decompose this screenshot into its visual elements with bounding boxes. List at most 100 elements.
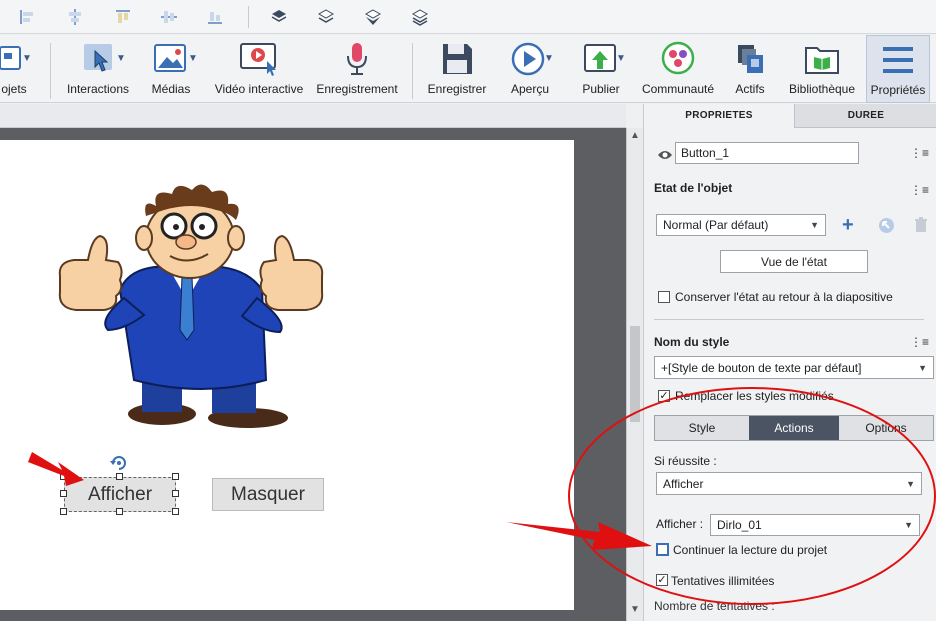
- chevron-down-icon: ▼: [544, 53, 554, 64]
- microphone-icon: [347, 43, 367, 75]
- tab-properties[interactable]: PROPRIETES: [644, 104, 794, 128]
- resize-handle[interactable]: [60, 508, 67, 515]
- resize-handle[interactable]: [60, 490, 67, 497]
- panel-tabs: PROPRIETES DUREE: [644, 104, 936, 128]
- panel-menu-icon[interactable]: ⋮≡: [910, 183, 929, 197]
- media-icon: [154, 44, 186, 72]
- community-icon: [661, 41, 695, 75]
- subtab-actions[interactable]: Actions: [749, 416, 839, 440]
- character-image[interactable]: [52, 180, 328, 432]
- toolbar-assets[interactable]: Actifs: [722, 35, 778, 103]
- tab-duration[interactable]: DUREE: [794, 104, 936, 128]
- resize-handle[interactable]: [172, 473, 179, 480]
- unlimited-attempts-checkbox[interactable]: ✓: [656, 574, 668, 586]
- toolbar-label: Bibliothèque: [788, 82, 856, 96]
- show-label: Afficher :: [656, 517, 704, 531]
- style-name-heading: Nom du style: [654, 335, 730, 349]
- on-success-select[interactable]: Afficher ▼: [656, 472, 922, 495]
- bring-to-front-icon[interactable]: [270, 8, 288, 26]
- stage-vertical-scrollbar[interactable]: ▲ ▼: [626, 128, 643, 621]
- chevron-down-icon: ▼: [22, 53, 32, 64]
- object-state-heading: Etat de l'objet: [654, 181, 733, 195]
- resize-handle[interactable]: [116, 473, 123, 480]
- chevron-up-icon[interactable]: ▲: [630, 130, 640, 141]
- send-to-back-icon[interactable]: [411, 8, 429, 26]
- add-state-icon[interactable]: +: [842, 214, 854, 236]
- toolbar-preview[interactable]: ▼ Aperçu: [498, 35, 562, 103]
- properties-panel: PROPRIETES DUREE Button_1 ⋮≡ Etat de l'o…: [643, 104, 936, 621]
- send-backward-icon[interactable]: [364, 8, 382, 26]
- toolbar-save[interactable]: Enregistrer: [422, 35, 492, 103]
- resize-handle[interactable]: [172, 508, 179, 515]
- trash-icon[interactable]: [914, 217, 928, 233]
- toolbar-label: Actifs: [735, 82, 765, 96]
- subtab-style[interactable]: Style: [655, 416, 749, 440]
- toolbar-library[interactable]: Bibliothèque: [784, 35, 860, 103]
- divider: [50, 43, 51, 99]
- main-toolbar: ▼ ojets ▼ Interactions ▼ Médias Vidéo in…: [0, 35, 936, 103]
- chevron-down-icon: ▼: [188, 53, 198, 64]
- align-center-icon[interactable]: [66, 8, 84, 26]
- align-bottom-icon[interactable]: [206, 8, 224, 26]
- rotate-handle-icon[interactable]: [110, 455, 128, 471]
- show-target-value: Dirlo_01: [717, 518, 762, 532]
- toolbar-label: Vidéo interactive: [214, 82, 304, 96]
- library-icon: [805, 47, 839, 74]
- toolbar-label: Enregistrement: [316, 82, 398, 96]
- toolbar-recording[interactable]: Enregistrement: [312, 35, 402, 103]
- align-middle-icon[interactable]: [160, 8, 178, 26]
- toolbar-label: Médias: [151, 82, 191, 96]
- toolbar-properties[interactable]: Propriétés: [866, 35, 930, 103]
- resize-handle[interactable]: [172, 490, 179, 497]
- continue-playback-checkbox[interactable]: [656, 543, 669, 556]
- toolbar-media[interactable]: ▼ Médias: [140, 35, 202, 103]
- style-actions-options-tabs: Style Actions Options: [654, 415, 934, 441]
- keep-state-checkbox[interactable]: [658, 291, 670, 303]
- panel-menu-icon[interactable]: ⋮≡: [910, 146, 929, 160]
- state-view-button[interactable]: Vue de l'état: [720, 250, 868, 273]
- state-select-value: Normal (Par défaut): [663, 218, 769, 232]
- toolbar-label: Enregistrer: [427, 82, 487, 96]
- reset-state-icon[interactable]: [878, 217, 895, 234]
- on-success-value: Afficher: [663, 476, 704, 491]
- align-left-icon[interactable]: [18, 8, 36, 26]
- toolbar-label: Publier: [582, 82, 620, 96]
- object-name-field[interactable]: Button_1: [675, 142, 859, 164]
- scrollbar-thumb[interactable]: [630, 326, 640, 422]
- resize-handle[interactable]: [60, 473, 67, 480]
- interactions-icon: [84, 44, 112, 72]
- style-select-value: +[Style de bouton de texte par défaut]: [661, 360, 862, 375]
- assets-icon: [738, 45, 763, 73]
- eye-icon[interactable]: [657, 149, 673, 161]
- save-icon: [443, 44, 472, 74]
- toolbar-label: ojets: [1, 82, 27, 96]
- afficher-button[interactable]: Afficher: [64, 477, 176, 512]
- panel-menu-icon[interactable]: ⋮≡: [910, 335, 929, 349]
- toolbar-interactive-video[interactable]: Vidéo interactive: [210, 35, 308, 103]
- chevron-down-icon: ▼: [906, 478, 915, 489]
- toolbar-label: Communauté: [641, 82, 715, 96]
- chevron-down-icon: ▼: [116, 53, 126, 64]
- subtab-options[interactable]: Options: [839, 416, 933, 440]
- style-select[interactable]: +[Style de bouton de texte par défaut] ▼: [654, 356, 934, 379]
- state-select[interactable]: Normal (Par défaut) ▼: [656, 214, 826, 236]
- resize-handle[interactable]: [116, 508, 123, 515]
- chevron-down-icon: ▼: [918, 362, 927, 373]
- chevron-down-icon: ▼: [810, 220, 819, 230]
- replace-styles-checkbox[interactable]: ✓: [658, 390, 670, 402]
- show-target-select[interactable]: Dirlo_01 ▼: [710, 514, 920, 536]
- toolbar-community[interactable]: Communauté: [640, 35, 716, 103]
- divider: [412, 43, 413, 99]
- toolbar-objects[interactable]: ▼ ojets: [0, 35, 42, 103]
- masquer-button[interactable]: Masquer: [212, 478, 324, 511]
- bring-forward-icon[interactable]: [317, 8, 335, 26]
- attempts-label: Nombre de tentatives :: [654, 599, 775, 613]
- continue-playback-label: Continuer la lecture du projet: [673, 543, 828, 557]
- align-top-icon[interactable]: [114, 8, 132, 26]
- toolbar-publish[interactable]: ▼ Publier: [570, 35, 632, 103]
- chevron-down-icon[interactable]: ▼: [630, 604, 640, 615]
- on-success-label: Si réussite :: [654, 454, 717, 468]
- chevron-down-icon: ▼: [616, 53, 626, 64]
- toolbar-label: Propriétés: [870, 83, 926, 97]
- toolbar-interactions[interactable]: ▼ Interactions: [60, 35, 136, 103]
